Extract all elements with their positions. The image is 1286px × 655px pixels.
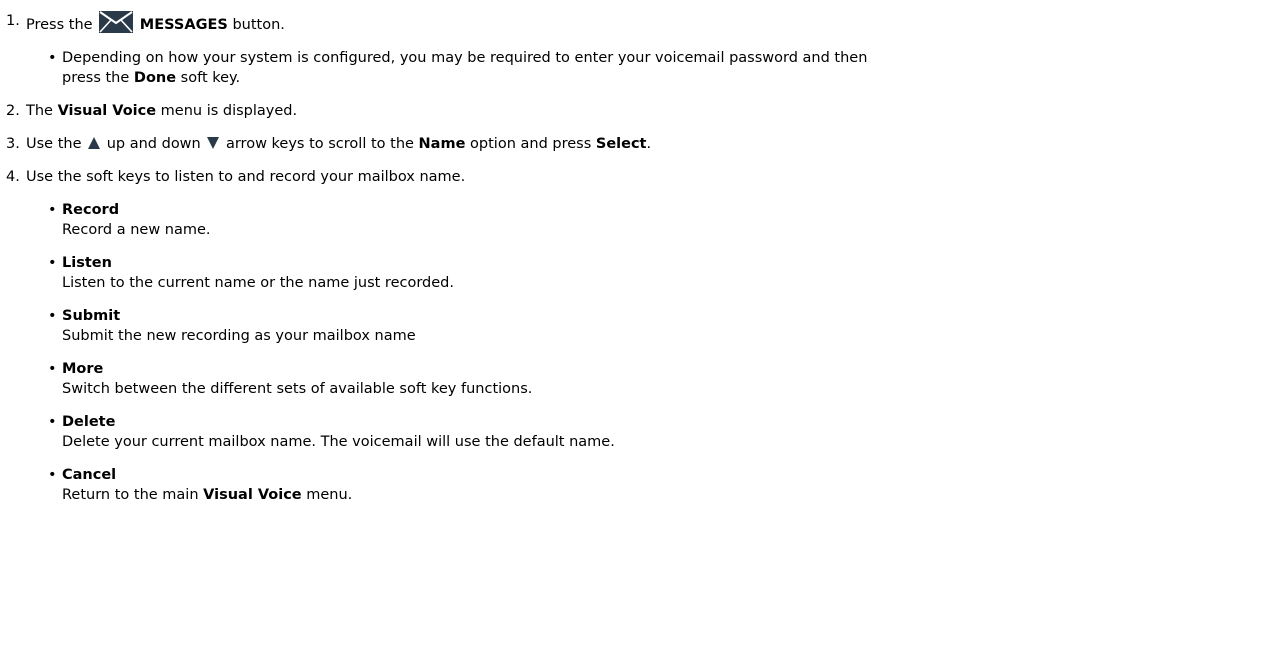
soft-key-description: Record a new name. — [62, 222, 211, 238]
messages-envelope-icon — [99, 11, 134, 33]
soft-key-more: • More Switch between the different sets… — [48, 359, 1280, 399]
bullet: • — [48, 202, 57, 218]
soft-key-description: Switch between the different sets of ava… — [62, 381, 533, 397]
soft-key-record: • Record Record a new name. — [48, 200, 1280, 240]
step-text: Use the — [26, 136, 82, 152]
note-text: press the — [62, 70, 130, 86]
step-text: Use the soft keys to listen to and recor… — [26, 169, 466, 185]
step-1: 1. Press the MESSAGES button. — [6, 11, 1280, 35]
bullet: • — [48, 308, 57, 324]
name-option-label: Name — [418, 136, 466, 152]
soft-key-name: Listen — [62, 255, 112, 271]
soft-key-cancel: • Cancel Return to the main Visual Voice… — [48, 465, 1280, 505]
step-text: option and press — [470, 136, 592, 152]
bullet: • — [48, 467, 57, 483]
select-label: Select — [595, 136, 647, 152]
bullet: • — [48, 414, 57, 430]
step-text: . — [646, 136, 652, 152]
description-text: menu. — [306, 487, 353, 503]
step-text: menu is displayed. — [160, 103, 298, 119]
step-4: 4. Use the soft keys to listen to and re… — [6, 167, 1280, 187]
step-text: Press the — [26, 17, 93, 33]
soft-key-list: • Record Record a new name. • Listen Lis… — [6, 200, 1280, 505]
soft-key-submit: • Submit Submit the new recording as you… — [48, 306, 1280, 346]
soft-key-delete: • Delete Delete your current mailbox nam… — [48, 412, 1280, 452]
step-text: button. — [232, 17, 285, 33]
soft-key-name: Record — [62, 202, 120, 218]
visual-voice-label: Visual Voice — [57, 103, 157, 119]
soft-key-name: Cancel — [62, 467, 117, 483]
step-2: 2. The Visual Voice menu is displayed. — [6, 101, 1280, 121]
step-text: arrow keys to scroll to the — [225, 136, 414, 152]
step-number: 1. — [6, 13, 20, 29]
step-text: The — [26, 103, 53, 119]
soft-key-name: Submit — [62, 308, 121, 324]
step-number: 4. — [6, 169, 20, 185]
soft-key-description: Return to the main Visual Voice menu. — [62, 485, 1280, 505]
soft-key-description: Listen to the current name or the name j… — [62, 275, 454, 291]
list-item: • Depending on how your system is config… — [48, 48, 1280, 88]
note-text: Depending on how your system is configur… — [62, 50, 868, 66]
soft-key-description: Delete your current mailbox name. The vo… — [62, 434, 615, 450]
step-number: 2. — [6, 103, 20, 119]
done-soft-key-label: Done — [133, 70, 177, 86]
soft-key-name: Delete — [62, 414, 116, 430]
soft-key-name: More — [62, 361, 104, 377]
step-1-notes: • Depending on how your system is config… — [6, 48, 1280, 88]
messages-button-label: MESSAGES — [139, 17, 228, 33]
step-3: 3. Use the up and down arrow keys to scr… — [6, 134, 1280, 154]
step-text: up and down — [106, 136, 201, 152]
soft-key-description: Submit the new recording as your mailbox… — [62, 328, 416, 344]
soft-key-listen: • Listen Listen to the current name or t… — [48, 253, 1280, 293]
visual-voice-label: Visual Voice — [203, 487, 302, 503]
up-arrow-icon — [88, 137, 101, 149]
instructions-page: 1. Press the MESSAGES button. • Dependin… — [0, 0, 1286, 655]
step-number: 3. — [6, 136, 20, 152]
note-text: soft key. — [180, 70, 241, 86]
bullet: • — [48, 255, 57, 271]
bullet: • — [48, 361, 57, 377]
description-text: Return to the main — [62, 487, 199, 503]
down-arrow-icon — [207, 137, 220, 149]
bullet: • — [48, 50, 57, 66]
